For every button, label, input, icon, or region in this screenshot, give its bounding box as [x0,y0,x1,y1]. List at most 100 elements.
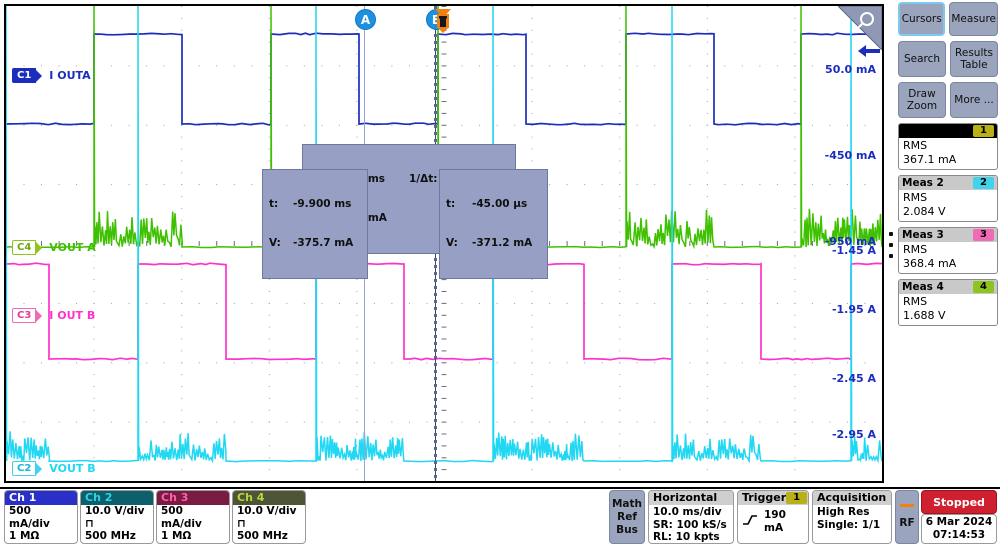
channel-box-ch2-body: 10.0 V/div ⊓ 500 MHz [81,505,153,543]
channel-box-ch3-body: 500 mA/div 1 MΩ 120 MHz ▣ [157,505,229,544]
cursor-b-readout[interactable]: t: -45.00 µs V: -371.2 mA [439,169,548,279]
trigger-marker-icon[interactable] [433,8,453,37]
measurement-2-type: RMS [903,191,928,204]
ch1-impedance: 1 MΩ [9,530,40,542]
channel-tag-c1[interactable]: C1 I OUTA [12,68,91,83]
measurement-1-badge: 1 [973,125,994,137]
ch3-impedance: 1 MΩ [161,530,192,542]
date-label: 6 Mar 2024 [925,516,993,528]
channel-box-ch4-header: Ch 4 [233,491,305,505]
bandwidth-limit-icon: ▣ [215,543,224,544]
horizontal-title: Horizontal [653,491,718,504]
channel-box-ch2[interactable]: Ch 2 10.0 V/div ⊓ 500 MHz [80,490,154,544]
measurement-4-value: 1.688 V [903,309,946,322]
ac-coupling-icon: ⊓ [85,516,94,530]
time-label: 07:14:53 [932,529,986,541]
bus-label: Bus [616,523,638,536]
channel-box-ch4[interactable]: Ch 4 10.0 V/div ⊓ 500 MHz [232,490,306,544]
ac-coupling-icon: ⊓ [237,516,246,530]
cursor-a-readout[interactable]: t: -9.900 ms V: -375.7 mA [262,169,368,279]
trigger-source-badge: 1 [786,492,808,504]
cursor-b-v-value: -371.2 mA [472,237,533,249]
channel-tag-c3[interactable]: C3 I OUT B [12,308,95,323]
channel-box-ch1-body: 500 mA/div 1 MΩ 120 MHz ▣ [5,505,77,544]
channel-tag-c4[interactable]: C4 VOUT A [12,240,96,255]
ch2-bandwidth: 500 MHz [85,530,136,542]
measure-button[interactable]: Measure [949,2,998,36]
trigger-level: 190 mA [764,509,786,534]
right-side-panel: Cursors Measure Search Results Table Dra… [898,2,998,483]
trigger-panel-body: 190 mA [738,505,808,535]
rf-button[interactable]: RF [895,490,919,544]
channel-box-ch2-header: Ch 2 [81,491,153,505]
measurement-card-1[interactable]: 1 RMS 367.1 mA [898,123,998,170]
measurement-card-2[interactable]: Meas 2 2 RMS 2.084 V [898,175,998,222]
horizontal-timebase: 10.0 ms/div [653,506,722,518]
cursor-badge-a[interactable]: A [355,9,376,30]
draw-zoom-button[interactable]: Draw Zoom [898,82,946,118]
cursor-b-t-key: t: [446,198,456,210]
cursor-a-t-value: -9.900 ms [293,198,352,210]
scale-label-0: 50.0 mA [825,63,876,76]
measurement-1-type: RMS [903,139,928,152]
more-button[interactable]: More ... [950,82,998,118]
results-table-button[interactable]: Results Table [950,41,998,77]
ch3-bandwidth: 120 MHz [161,543,212,544]
measure-button-label: Measure [951,13,996,25]
channel-box-ch1-header: Ch 1 [5,491,77,505]
scale-label-5: -2.45 A [831,372,876,385]
channel-pill-c4: C4 [12,240,43,255]
channel-tag-c2[interactable]: C2 VOUT B [12,461,96,476]
ch2-vdiv: 10.0 V/div [85,505,145,517]
ref-label: Ref [617,510,637,523]
channel-pill-c3: C3 [12,308,43,323]
trigger-panel[interactable]: Trigger 1 190 mA [737,490,809,544]
rising-edge-icon [742,514,758,530]
channel-label-c4: VOUT A [49,241,96,254]
rf-label: RF [899,517,915,529]
ch1-bandwidth: 120 MHz [9,543,60,544]
ch4-vdiv: 10.0 V/div [237,505,297,517]
channel-box-ch3-header: Ch 3 [157,491,229,505]
oscilloscope-screen: A B C1 I OUTA C4 VOUT A C3 I OUT B C2 VO… [0,0,1000,547]
channel-label-c3: I OUT B [49,309,96,322]
button-row-1: Cursors Measure [898,2,998,36]
ch3-vdiv: 500 mA/div [161,505,202,530]
measurement-4-title: Meas 4 [902,281,944,293]
measurement-card-3[interactable]: Meas 3 3 RMS 368.4 mA [898,227,998,274]
button-row-3: Draw Zoom More ... [898,82,998,118]
handle-dot [888,254,893,258]
channel-box-ch1[interactable]: Ch 1 500 mA/div 1 MΩ 120 MHz ▣ [4,490,78,544]
bottom-status-bar: Ch 1 500 mA/div 1 MΩ 120 MHz ▣ Ch 2 10.0… [0,487,1000,547]
measurement-card-4[interactable]: Meas 4 4 RMS 1.688 V [898,279,998,326]
channel-pill-c2: C2 [12,461,43,476]
measurement-3-value: 368.4 mA [903,257,957,270]
acquisition-title: Acquisition [817,491,887,504]
measurement-2-value: 2.084 V [903,205,946,218]
ch1-ground-arrow-icon[interactable] [858,44,880,58]
horizontal-panel[interactable]: Horizontal 10.0 ms/div SR: 100 kS/s RL: … [648,490,734,544]
cursors-button[interactable]: Cursors [898,2,946,36]
acquisition-panel[interactable]: Acquisition High Res Single: 1/1 [812,490,892,544]
cursor-b-t-value: -45.00 µs [472,198,528,210]
horizontal-panel-body: 10.0 ms/div SR: 100 kS/s RL: 10 kpts [649,505,733,543]
panel-drag-handle[interactable] [887,232,894,258]
scale-label-1: -450 mA [824,149,876,162]
math-ref-bus-button[interactable]: Math Ref Bus [609,490,645,544]
scale-label-4: -1.95 A [831,303,876,316]
waveform-plot-area[interactable]: A B C1 I OUTA C4 VOUT A C3 I OUT B C2 VO… [4,4,884,483]
measurement-2-title: Meas 2 [902,177,944,189]
acquisition-status-button[interactable]: Stopped [921,490,997,514]
bandwidth-limit-icon: ▣ [63,543,72,544]
channel-box-ch3[interactable]: Ch 3 500 mA/div 1 MΩ 120 MHz ▣ [156,490,230,544]
measurement-1-header: 1 [899,124,997,138]
measurement-2-body: RMS 2.084 V [899,190,997,221]
cursor-b-v-key: V: [446,237,458,249]
trigger-title: Trigger [742,491,787,504]
measurement-4-body: RMS 1.688 V [899,294,997,325]
search-button[interactable]: Search [898,41,946,77]
handle-dot [888,243,893,247]
cursor-a-v-key: V: [269,237,281,249]
measurement-1-body: RMS 367.1 mA [899,138,997,169]
channel-label-c1: I OUTA [49,69,91,82]
